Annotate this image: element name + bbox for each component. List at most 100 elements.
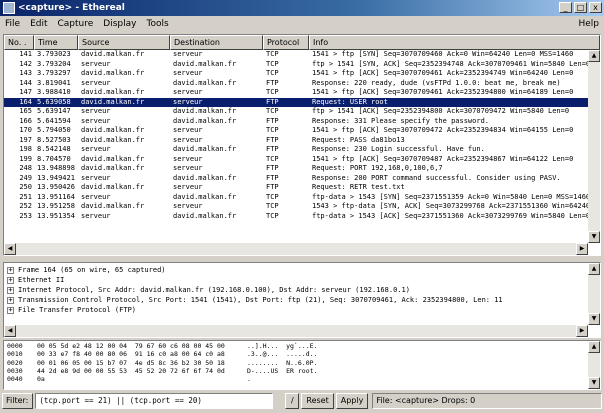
packet-no: 197 (19, 135, 32, 144)
packet-row[interactable]: 249 13.949421 serveur david.malkan.fr FTP Res… (4, 174, 588, 184)
filter-input[interactable]: (tcp.port == 21) || (tcp.port == 20) (35, 393, 274, 409)
packet-source: serveur (81, 78, 111, 87)
detail-tree-item[interactable]: + Transmission Control Protocol, Src Port… (4, 295, 600, 305)
hex-row[interactable]: 0000 00 05 5d e2 48 12 00 04 79 67 60 c6 … (4, 342, 600, 350)
minimize-button[interactable]: _ (559, 2, 572, 13)
packet-info: Request: PASS da81bo13 (312, 135, 405, 144)
menu-capture[interactable]: Capture (53, 19, 99, 29)
scroll-down-arrow-icon[interactable]: ▼ (588, 377, 600, 389)
packet-no: 141 (19, 50, 32, 58)
packet-row[interactable]: 170 5.794050 david.malkan.fr serveur TCP 1541… (4, 126, 588, 136)
packet-row[interactable]: 143 3.793297 david.malkan.fr serveur TCP 1541… (4, 69, 588, 79)
detail-tree-item[interactable]: + Internet Protocol, Src Addr: david.malk… (4, 285, 600, 295)
packet-row[interactable]: 248 13.948898 david.malkan.fr serveur FTP Req… (4, 164, 588, 174)
packet-row[interactable]: 199 8.704570 david.malkan.fr serveur TCP 1541… (4, 155, 588, 165)
column-header-protocol[interactable]: Protocol (263, 35, 309, 50)
packet-no: 249 (19, 173, 32, 182)
packet-time: 13.950426 (37, 183, 75, 191)
packet-no: 251 (19, 192, 32, 201)
packet-row[interactable]: 253 13.951354 serveur david.malkan.fr TCP ftp… (4, 212, 588, 222)
packet-time: 3.793204 (37, 59, 71, 68)
maximize-button[interactable]: □ (574, 2, 587, 13)
menu-edit[interactable]: Edit (25, 19, 52, 29)
scroll-left-arrow-icon[interactable]: ◀ (4, 325, 16, 337)
filter-status-bar: Filter: (tcp.port == 21) || (tcp.port ==… (0, 391, 604, 411)
packet-protocol: TCP (266, 192, 279, 201)
scroll-up-arrow-icon[interactable]: ▲ (588, 50, 600, 62)
scroll-right-arrow-icon[interactable]: ▶ (576, 243, 588, 255)
packet-destination: david.malkan.fr (173, 78, 237, 87)
expand-plus-icon[interactable]: + (7, 306, 14, 314)
packet-no: 164 (19, 97, 32, 106)
detail-tree-item[interactable]: + Frame 164 (65 on wire, 65 captured) (4, 265, 600, 275)
packet-list-hscrollbar[interactable]: ◀ ▶ (4, 243, 588, 255)
detail-tree-item[interactable]: + Ethernet II (4, 275, 600, 285)
packet-list-vscrollbar[interactable]: ▲ ▼ (588, 50, 600, 243)
title-bar: <capture> - Ethereal _ □ x (0, 0, 604, 16)
packet-protocol: TCP (266, 59, 279, 68)
menu-help[interactable]: Help (573, 19, 604, 29)
column-header-source[interactable]: Source (78, 35, 170, 50)
column-header-time[interactable]: Time (34, 35, 78, 50)
packet-row[interactable]: 141 3.793023 david.malkan.fr serveur TCP 1541… (4, 50, 588, 60)
scroll-up-arrow-icon[interactable]: ▲ (588, 263, 600, 275)
hex-ascii: . (247, 375, 251, 384)
details-vscrollbar[interactable]: ▲ ▼ (588, 263, 600, 325)
packet-row[interactable]: 142 3.793204 serveur david.malkan.fr TCP ftp … (4, 60, 588, 70)
packet-source: serveur (81, 107, 111, 115)
packet-time: 5.641594 (37, 116, 71, 125)
expand-plus-icon[interactable]: + (7, 276, 14, 284)
hex-bytes: 00 01 06 05 00 15 b7 07 4e d5 8c 36 b2 3… (37, 358, 225, 367)
hex-row[interactable]: 0010 00 33 e7 f8 40 00 80 06 91 16 c0 a8 … (4, 350, 600, 358)
reset-button[interactable]: Reset (301, 393, 334, 409)
packet-destination: serveur (173, 183, 203, 191)
packet-row[interactable]: 197 8.527503 david.malkan.fr serveur FTP Requ… (4, 136, 588, 146)
packet-destination: serveur (173, 69, 203, 77)
packet-no: 253 (19, 211, 32, 220)
filter-expression-button[interactable]: / (285, 393, 300, 409)
filter-button[interactable]: Filter: (2, 393, 34, 409)
packet-protocol: FTP (266, 173, 279, 182)
column-header-no[interactable]: No. . (4, 35, 34, 50)
packet-row[interactable]: 166 5.641594 serveur david.malkan.fr FTP Resp… (4, 117, 588, 127)
packet-row[interactable]: 198 8.542148 serveur david.malkan.fr FTP Resp… (4, 145, 588, 155)
packet-row[interactable]: 147 3.988410 david.malkan.fr serveur TCP 1541… (4, 88, 588, 98)
packet-row[interactable]: 165 5.639147 serveur david.malkan.fr TCP ftp … (4, 107, 588, 117)
packet-protocol: TCP (266, 154, 279, 163)
bytes-vscrollbar[interactable]: ▲ ▼ (588, 341, 600, 389)
packet-row[interactable]: 252 13.951258 david.malkan.fr serveur TCP 154… (4, 202, 588, 212)
packet-protocol: FTP (266, 116, 279, 125)
hex-offset: 0020 (7, 358, 23, 367)
hex-row[interactable]: 0030 44 2d e8 9d 00 00 55 53 45 52 20 72 … (4, 367, 600, 375)
scroll-down-arrow-icon[interactable]: ▼ (588, 231, 600, 243)
scroll-right-arrow-icon[interactable]: ▶ (576, 325, 588, 337)
packet-source: serveur (81, 145, 111, 153)
packet-row[interactable]: 250 13.950426 david.malkan.fr serveur FTP Req… (4, 183, 588, 193)
scroll-left-arrow-icon[interactable]: ◀ (4, 243, 16, 255)
packet-source: david.malkan.fr (81, 154, 145, 163)
menu-file[interactable]: File (0, 19, 25, 29)
packet-time: 13.951258 (37, 202, 75, 210)
hex-row[interactable]: 0040 0a. (4, 375, 600, 383)
menu-display[interactable]: Display (98, 19, 141, 29)
details-hscrollbar[interactable]: ◀ ▶ (4, 325, 588, 337)
packet-row[interactable]: 164 5.639058 david.malkan.fr serveur FTP Requ… (4, 97, 588, 107)
packet-source: david.malkan.fr (81, 135, 145, 144)
apply-button[interactable]: Apply (335, 393, 369, 409)
hex-row[interactable]: 0020 00 01 06 05 00 15 b7 07 4e d5 8c 36 … (4, 359, 600, 367)
packet-row[interactable]: 144 3.819041 serveur david.malkan.fr FTP Resp… (4, 79, 588, 89)
expand-plus-icon[interactable]: + (7, 286, 14, 294)
packet-time: 13.951164 (37, 192, 75, 201)
expand-plus-icon[interactable]: + (7, 296, 14, 304)
packet-row[interactable]: 251 13.951164 serveur david.malkan.fr TCP ftp… (4, 193, 588, 203)
menu-tools[interactable]: Tools (141, 19, 173, 29)
packet-rows: 141 3.793023 david.malkan.fr serveur TCP 1541… (4, 50, 588, 221)
expand-plus-icon[interactable]: + (7, 266, 14, 274)
column-header-info[interactable]: Info (309, 35, 600, 50)
close-button[interactable]: x (589, 2, 602, 13)
scroll-up-arrow-icon[interactable]: ▲ (588, 341, 600, 353)
scroll-down-arrow-icon[interactable]: ▼ (588, 313, 600, 325)
column-header-destination[interactable]: Destination (170, 35, 263, 50)
packet-destination: david.malkan.fr (173, 59, 237, 68)
detail-tree-item[interactable]: + File Transfer Protocol (FTP) (4, 305, 600, 315)
